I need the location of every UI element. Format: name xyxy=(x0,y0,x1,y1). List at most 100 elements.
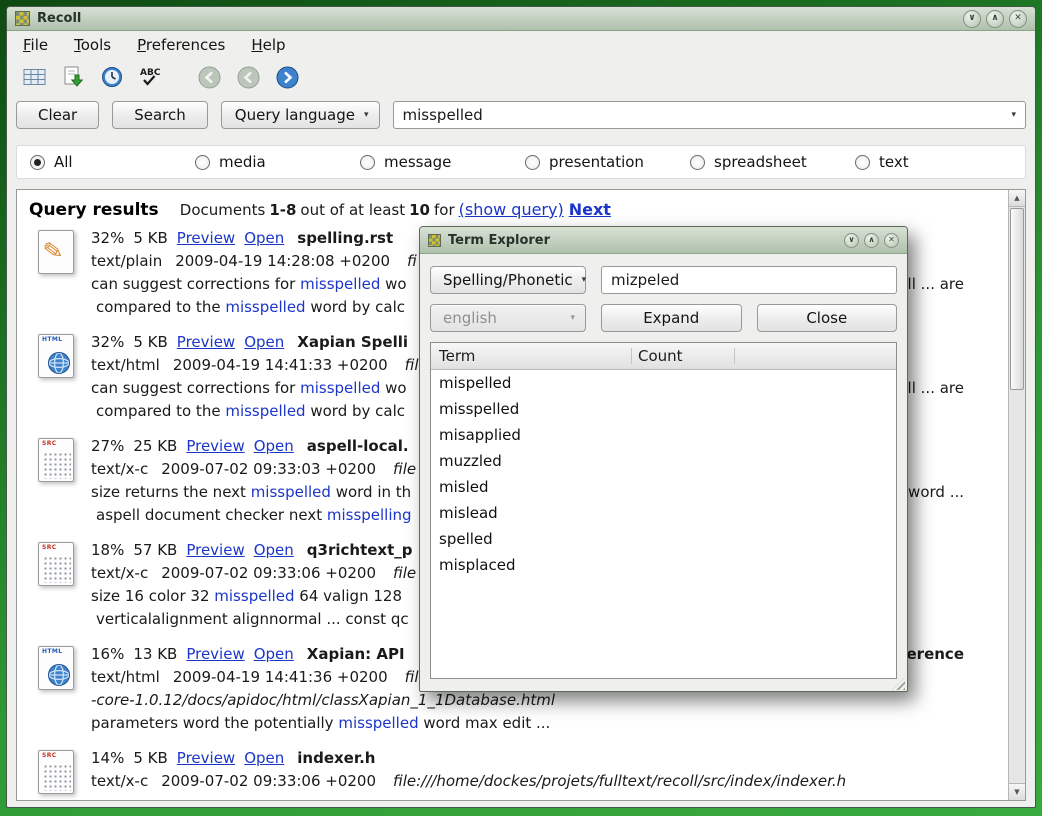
expansion-mode-select[interactable]: Spelling/Phonetic ▾ xyxy=(430,266,586,294)
show-query-link[interactable]: (show query) xyxy=(459,200,564,219)
result-date: 2009-07-02 09:33:06 +0200 xyxy=(161,772,376,790)
preview-link[interactable]: Preview xyxy=(177,333,235,351)
chevron-down-icon: ▾ xyxy=(364,110,369,120)
expand-button[interactable]: Expand xyxy=(601,304,742,332)
dialog-minimize-icon[interactable]: ∨ xyxy=(844,233,859,248)
term-row[interactable]: misled xyxy=(431,474,896,500)
term-input[interactable]: mizpeled xyxy=(601,266,897,294)
term-row[interactable]: mislead xyxy=(431,500,896,526)
result-url: file xyxy=(393,564,416,582)
term-input-value: mizpeled xyxy=(611,271,679,289)
minimize-icon[interactable]: ∨ xyxy=(963,10,981,28)
search-button[interactable]: Search xyxy=(112,101,208,129)
dialog-titlebar[interactable]: Term Explorer ∨ ∧ ✕ xyxy=(420,227,907,254)
menu-help[interactable]: Help xyxy=(251,36,285,54)
preview-link[interactable]: Preview xyxy=(186,437,244,455)
menu-file[interactable]: File xyxy=(23,36,48,54)
text-doc-icon: ✎ xyxy=(38,230,74,274)
filter-presentation[interactable]: presentation xyxy=(525,153,690,171)
term-row-list: mispelledmisspelledmisappliedmuzzledmisl… xyxy=(431,370,896,578)
result-url: fil xyxy=(405,356,419,374)
result-mime: text/html xyxy=(91,356,160,374)
filter-media[interactable]: media xyxy=(195,153,360,171)
filter-label: spreadsheet xyxy=(714,153,807,171)
term-row[interactable]: misapplied xyxy=(431,422,896,448)
html-doc-icon: HTML xyxy=(38,334,74,378)
term-row[interactable]: muzzled xyxy=(431,448,896,474)
recoll-app-icon xyxy=(428,234,441,247)
query-language-select[interactable]: Query language ▾ xyxy=(221,101,380,129)
table-icon xyxy=(23,67,46,87)
history-button[interactable] xyxy=(97,63,127,92)
titlebar[interactable]: Recoll ∨ ∧ ✕ xyxy=(7,7,1035,31)
result-date: 2009-07-02 09:33:03 +0200 xyxy=(161,460,376,478)
dialog-close-icon[interactable]: ✕ xyxy=(884,233,899,248)
preview-link[interactable]: Preview xyxy=(186,645,244,663)
highlighted-term: misspelled xyxy=(300,379,380,397)
result-size: 5 KB xyxy=(133,749,167,767)
close-button[interactable]: Close xyxy=(757,304,898,332)
term-column-header[interactable]: Term xyxy=(431,347,631,365)
filter-spreadsheet[interactable]: spreadsheet xyxy=(690,153,855,171)
term-row[interactable]: misplaced xyxy=(431,552,896,578)
result-meta-line: text/x-c2009-07-02 09:33:06 +0200file://… xyxy=(91,770,998,793)
open-link[interactable]: Open xyxy=(254,541,294,559)
language-value: english xyxy=(443,309,497,327)
maximize-icon[interactable]: ∧ xyxy=(986,10,1004,28)
result-mime: text/x-c xyxy=(91,460,148,478)
dialog-maximize-icon[interactable]: ∧ xyxy=(864,233,879,248)
next-page-button[interactable] xyxy=(272,63,302,92)
open-link[interactable]: Open xyxy=(254,645,294,663)
expansion-mode-value: Spelling/Phonetic xyxy=(443,271,573,289)
preview-link[interactable]: Preview xyxy=(186,541,244,559)
highlighted-term: misspelled xyxy=(225,298,305,316)
term-row[interactable]: misspelled xyxy=(431,396,896,422)
result-table-button[interactable] xyxy=(19,63,49,92)
chevron-down-icon: ▾ xyxy=(582,275,587,285)
term-row[interactable]: spelled xyxy=(431,526,896,552)
scroll-down-button[interactable]: ▼ xyxy=(1009,783,1025,800)
dialog-title: Term Explorer xyxy=(448,233,837,248)
close-icon[interactable]: ✕ xyxy=(1009,10,1027,28)
highlighted-term: misspelled xyxy=(251,483,331,501)
menu-preferences[interactable]: Preferences xyxy=(137,36,225,54)
result-size: 13 KB xyxy=(133,645,177,663)
result-title: spelling.rst xyxy=(297,229,393,247)
preview-link[interactable]: Preview xyxy=(177,749,235,767)
menu-tools[interactable]: Tools xyxy=(74,36,111,54)
source-doc-icon: SRC xyxy=(38,438,74,482)
filter-text[interactable]: text xyxy=(855,153,1020,171)
term-row[interactable]: mispelled xyxy=(431,370,896,396)
radio-icon xyxy=(855,155,870,170)
result-title: Xapian Spelli xyxy=(297,333,408,351)
open-link[interactable]: Open xyxy=(244,749,284,767)
clear-button[interactable]: Clear xyxy=(16,101,99,129)
term-explorer-button[interactable]: ABC xyxy=(136,63,166,92)
document-type-filter: Allmediamessagepresentation spreadsheet te… xyxy=(16,145,1026,179)
count-column-header[interactable]: Count xyxy=(631,347,683,365)
next-page-link[interactable]: Next xyxy=(569,200,611,219)
result-relevance: 32% xyxy=(91,229,124,247)
open-link[interactable]: Open xyxy=(244,333,284,351)
result-url: fi xyxy=(407,252,417,270)
preview-link[interactable]: Preview xyxy=(177,229,235,247)
result-date: 2009-07-02 09:33:06 +0200 xyxy=(161,564,376,582)
query-input[interactable]: misspelled ▾ xyxy=(393,101,1026,129)
highlighted-term: misspelling xyxy=(327,506,412,524)
pencil-icon: ✎ xyxy=(41,236,65,267)
query-language-label: Query language xyxy=(235,106,355,124)
filter-message[interactable]: message xyxy=(360,153,525,171)
document-save-icon xyxy=(62,66,85,88)
globe-icon xyxy=(46,350,72,376)
term-table-header[interactable]: Term Count xyxy=(431,343,896,370)
open-link[interactable]: Open xyxy=(254,437,294,455)
result-title: indexer.h xyxy=(297,749,375,767)
result-date: 2009-04-19 14:28:08 +0200 xyxy=(175,252,390,270)
result-title: q3richtext_p xyxy=(307,541,413,559)
save-query-button[interactable] xyxy=(58,63,88,92)
scrollbar-thumb[interactable] xyxy=(1010,208,1024,390)
filter-all[interactable]: All xyxy=(30,153,195,171)
open-link[interactable]: Open xyxy=(244,229,284,247)
results-scrollbar[interactable]: ▲ ▼ xyxy=(1008,190,1025,800)
scroll-up-button[interactable]: ▲ xyxy=(1009,190,1025,207)
